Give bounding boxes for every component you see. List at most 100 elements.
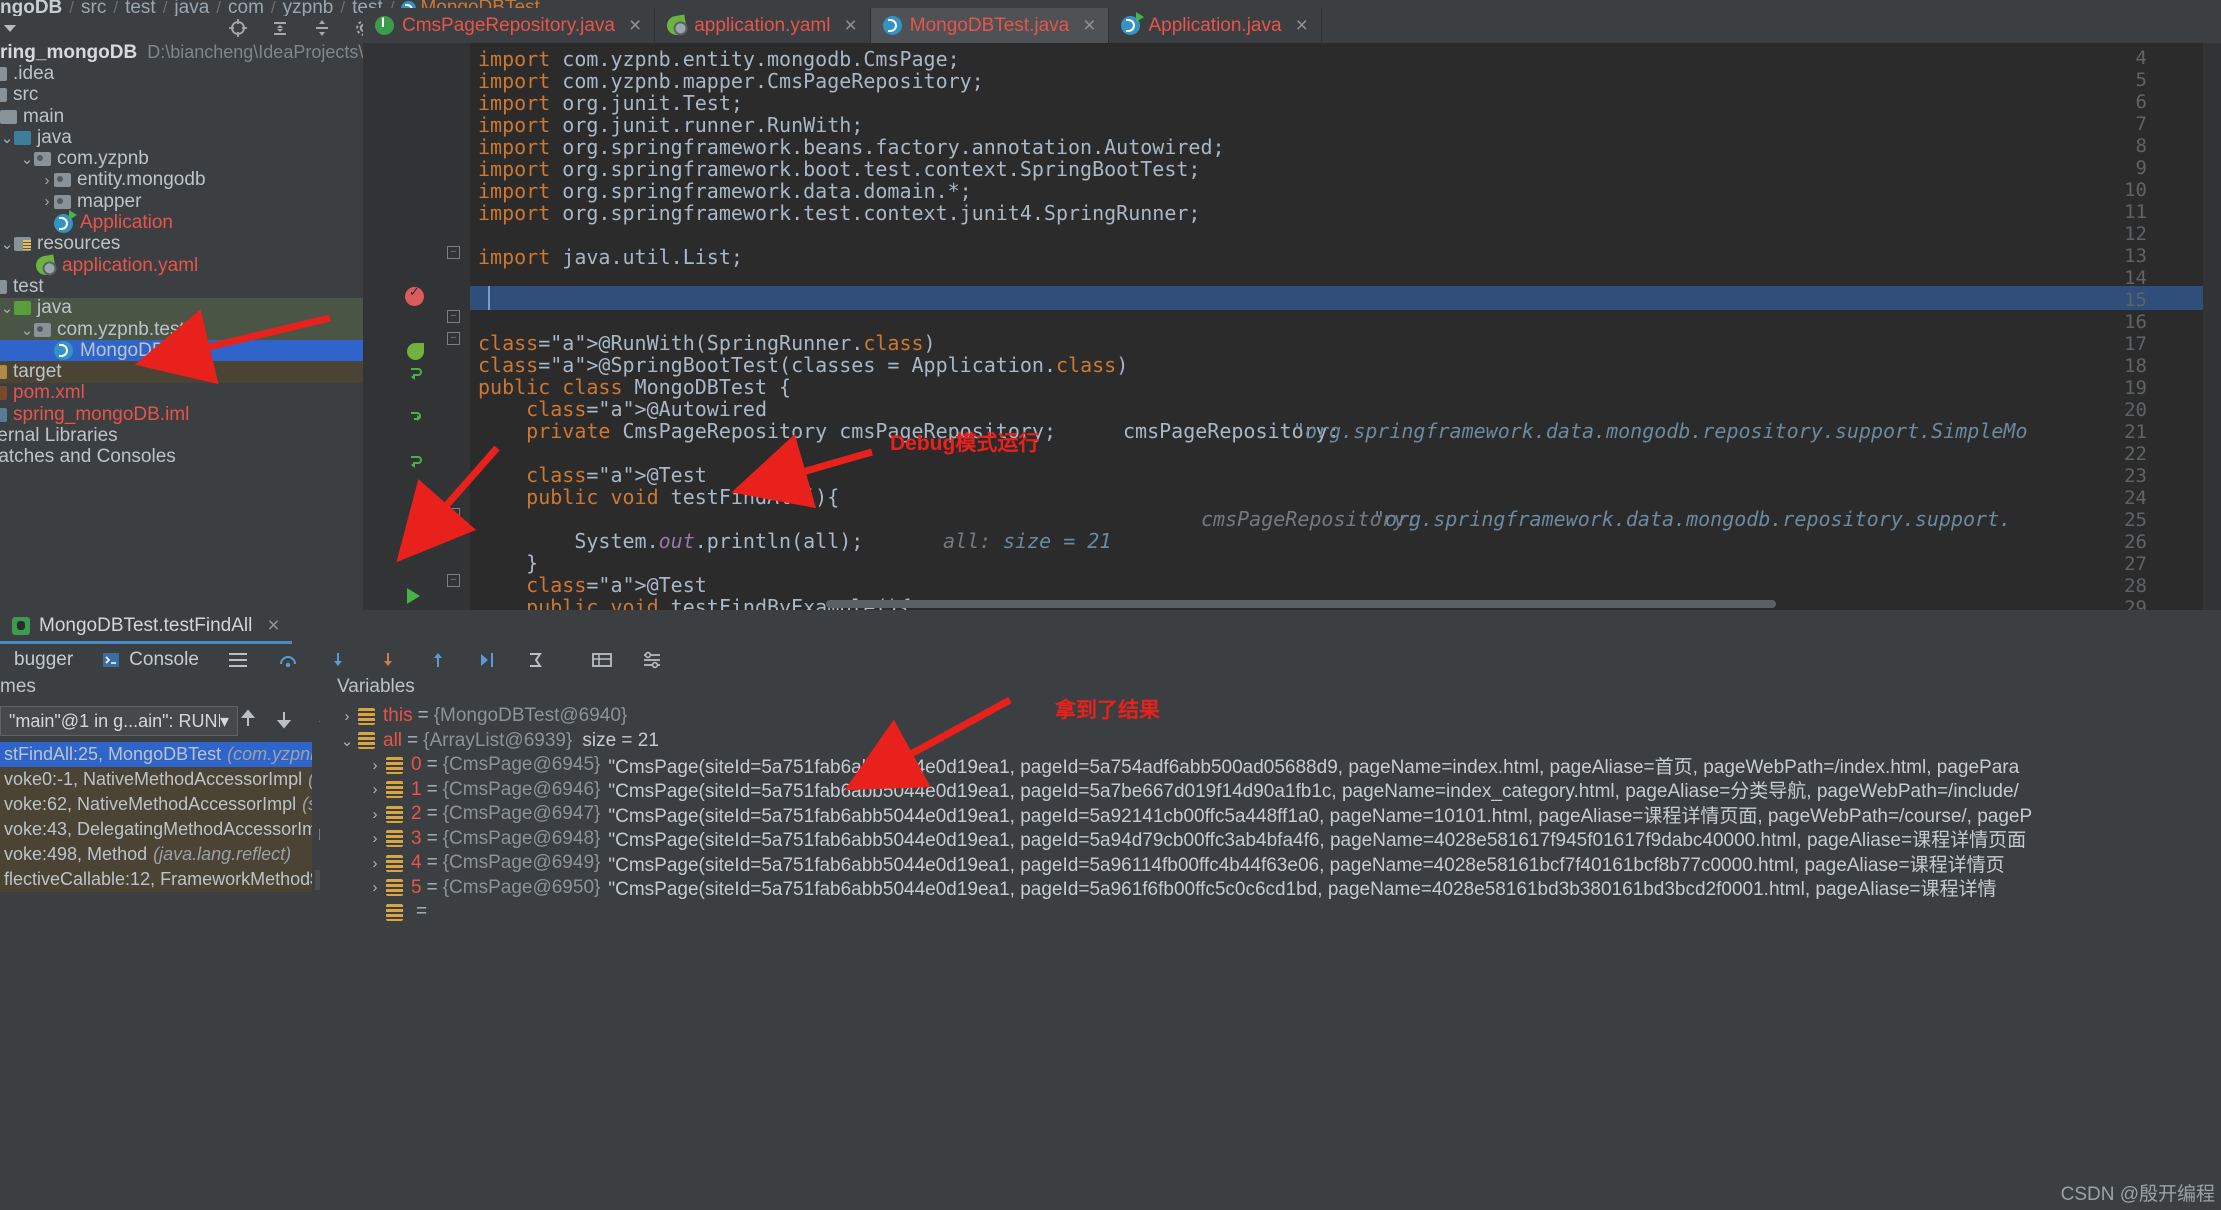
- close-icon[interactable]: ×: [844, 14, 856, 38]
- chevron-down-icon[interactable]: ⌄: [0, 129, 14, 147]
- chevron-right-icon[interactable]: ›: [364, 806, 386, 823]
- tree-row-mongodbtest[interactable]: MongoDBTest: [0, 340, 377, 362]
- chevron-right-icon[interactable]: ›: [364, 855, 386, 872]
- run-method-icon[interactable]: [407, 588, 427, 608]
- chevron-down-icon[interactable]: ⌄: [0, 235, 14, 253]
- tab-mongodbtest[interactable]: MongoDBTest.java ×: [870, 8, 1110, 43]
- locate-icon[interactable]: [228, 18, 248, 38]
- chevron-down-icon[interactable]: ▾: [220, 711, 229, 732]
- variables-pane[interactable]: › this = {MongoDBTest@6940} ⌄ all = {Arr…: [320, 704, 2221, 1210]
- tree-row-test[interactable]: test: [0, 276, 377, 297]
- tree-row-main-java[interactable]: ⌄ java: [0, 127, 377, 148]
- tree-row-project[interactable]: ring_mongoDB D:\biancheng\IdeaProjects\s…: [0, 42, 377, 63]
- breadcrumb-item[interactable]: yzpnb: [283, 0, 334, 16]
- tab-cmspagerepository[interactable]: CmsPageRepository.java ×: [363, 8, 656, 43]
- frame-row[interactable]: voke:62, NativeMethodAccessorImpl (sun.r…: [0, 792, 397, 817]
- chevron-right-icon[interactable]: ›: [364, 781, 386, 798]
- frame-row[interactable]: stFindAll:25, MongoDBTest (com.yzpnb.tes…: [0, 742, 360, 767]
- chevron-down-icon[interactable]: ⌄: [20, 150, 34, 168]
- editor-gutter[interactable]: [363, 43, 470, 610]
- implements-icon[interactable]: [407, 409, 427, 429]
- tree-row-iml[interactable]: spring_mongoDB.iml: [0, 404, 377, 425]
- settings-icon[interactable]: [627, 650, 677, 670]
- breadcrumb-item[interactable]: test: [125, 0, 156, 16]
- tree-row-src[interactable]: src: [0, 84, 377, 106]
- chevron-right-icon[interactable]: ›: [40, 172, 54, 189]
- variable-row[interactable]: › 5 = {CmsPage@6950} "CmsPage(siteId=5a7…: [320, 876, 2221, 901]
- tree-row-entity-mongodb[interactable]: › entity.mongodb: [0, 169, 377, 191]
- variable-row[interactable]: › 2 = {CmsPage@6947} "CmsPage(siteId=5a7…: [320, 802, 2221, 827]
- run-to-cursor-icon[interactable]: [463, 650, 513, 670]
- code-editor[interactable]: 4 5 6 7 8 9 10 11 12 13 14 15 16 17 18 1…: [363, 43, 2221, 610]
- tab-application-yaml[interactable]: application.yaml ×: [655, 8, 871, 43]
- thread-selector[interactable]: "main"@1 in g...ain": RUNNING ▾: [0, 706, 238, 736]
- collapse-all-icon[interactable]: [270, 18, 290, 38]
- tree-row-target[interactable]: target: [0, 361, 377, 383]
- frame-down-icon[interactable]: [274, 708, 294, 730]
- evaluate-expression-icon[interactable]: [513, 650, 563, 670]
- tab-debugger[interactable]: bugger: [0, 649, 87, 671]
- tree-row-external-libraries[interactable]: ternal Libraries: [0, 425, 377, 446]
- chevron-down-icon[interactable]: [3, 24, 16, 32]
- variable-row[interactable]: › 1 = {CmsPage@6946} "CmsPage(siteId=5a7…: [320, 778, 2221, 803]
- tab-console[interactable]: Console: [87, 649, 213, 671]
- close-icon[interactable]: ×: [1296, 14, 1308, 38]
- close-icon[interactable]: ×: [629, 14, 641, 38]
- fold-icon[interactable]: −: [447, 332, 460, 345]
- frame-up-icon[interactable]: [238, 708, 258, 730]
- project-tree[interactable]: ring_mongoDB D:\biancheng\IdeaProjects\s…: [0, 42, 377, 608]
- breadcrumb-item[interactable]: java: [174, 0, 209, 16]
- breadcrumb-item[interactable]: com: [228, 0, 264, 16]
- fold-icon[interactable]: −: [447, 508, 460, 521]
- tree-row-test-java[interactable]: ⌄ java: [0, 297, 377, 319]
- expand-all-icon[interactable]: [312, 18, 332, 38]
- chevron-right-icon[interactable]: ›: [364, 879, 386, 896]
- spring-bean-icon[interactable]: [407, 343, 427, 363]
- show-frames-icon[interactable]: [577, 650, 627, 670]
- force-step-into-icon[interactable]: [363, 650, 413, 670]
- tree-row-com-yzpnb-test[interactable]: ⌄ com.yzpnb.test: [0, 319, 377, 341]
- fold-icon[interactable]: −: [447, 574, 460, 587]
- tree-row-idea[interactable]: .idea: [0, 63, 377, 84]
- layout-icon[interactable]: [213, 650, 263, 670]
- fold-icon[interactable]: −: [447, 310, 460, 323]
- close-icon[interactable]: ×: [1083, 14, 1095, 38]
- run-tab-mongodbtest-testfindall[interactable]: MongoDBTest.testFindAll ×: [0, 610, 292, 644]
- tree-row-com-yzpnb[interactable]: ⌄ com.yzpnb: [0, 148, 377, 169]
- step-over-icon[interactable]: [263, 650, 313, 670]
- variable-row[interactable]: =: [320, 900, 2221, 925]
- tree-row-main[interactable]: main: [0, 106, 377, 127]
- close-icon[interactable]: ×: [267, 614, 279, 638]
- breadcrumb-item[interactable]: ngoDB: [0, 0, 62, 16]
- run-method-icon[interactable]: [407, 453, 427, 473]
- tree-row-pom[interactable]: pom.xml: [0, 382, 377, 404]
- run-test-icon[interactable]: [407, 365, 427, 385]
- frame-row[interactable]: voke0:-1, NativeMethodAccessorImpl (sun.…: [0, 767, 403, 792]
- variable-row[interactable]: › 3 = {CmsPage@6948} "CmsPage(siteId=5a7…: [320, 827, 2221, 852]
- chevron-down-icon[interactable]: ⌄: [0, 299, 14, 317]
- breakpoint-icon[interactable]: [405, 284, 424, 306]
- tree-row-application-yaml[interactable]: application.yaml: [0, 254, 377, 277]
- chevron-down-icon[interactable]: ⌄: [20, 321, 34, 339]
- variable-row[interactable]: › 0 = {CmsPage@6945} "CmsPage(siteId=5a7…: [320, 753, 2221, 778]
- chevron-right-icon[interactable]: ›: [336, 708, 358, 725]
- variable-row[interactable]: ⌄ all = {ArrayList@6939} size = 21: [320, 729, 2221, 754]
- tree-row-resources[interactable]: ⌄ resources: [0, 233, 377, 255]
- chevron-down-icon[interactable]: ⌄: [336, 732, 358, 750]
- variable-row[interactable]: › this = {MongoDBTest@6940}: [320, 704, 2221, 729]
- chevron-right-icon[interactable]: ›: [364, 830, 386, 847]
- frame-row[interactable]: voke:498, Method (java.lang.reflect): [0, 842, 312, 867]
- frame-row[interactable]: flectiveCallable:12, FrameworkMethod$1 (…: [0, 867, 406, 892]
- frame-row[interactable]: voke:43, DelegatingMethodAccessorImpl (s…: [0, 817, 412, 842]
- error-stripe-gutter[interactable]: [2203, 43, 2221, 610]
- tree-row-application[interactable]: Application: [0, 209, 377, 233]
- chevron-right-icon[interactable]: ›: [364, 757, 386, 774]
- tab-application-java[interactable]: Application.java ×: [1109, 8, 1322, 43]
- chevron-right-icon[interactable]: ›: [40, 193, 54, 210]
- breadcrumb-item[interactable]: src: [81, 0, 106, 16]
- step-into-icon[interactable]: [313, 650, 363, 670]
- step-out-icon[interactable]: [413, 650, 463, 670]
- frames-pane[interactable]: "main"@1 in g...ain": RUNNING ▾ stFindAl…: [0, 704, 412, 1210]
- tree-row-mapper[interactable]: › mapper: [0, 191, 377, 212]
- variable-row[interactable]: › 4 = {CmsPage@6949} "CmsPage(siteId=5a7…: [320, 851, 2221, 876]
